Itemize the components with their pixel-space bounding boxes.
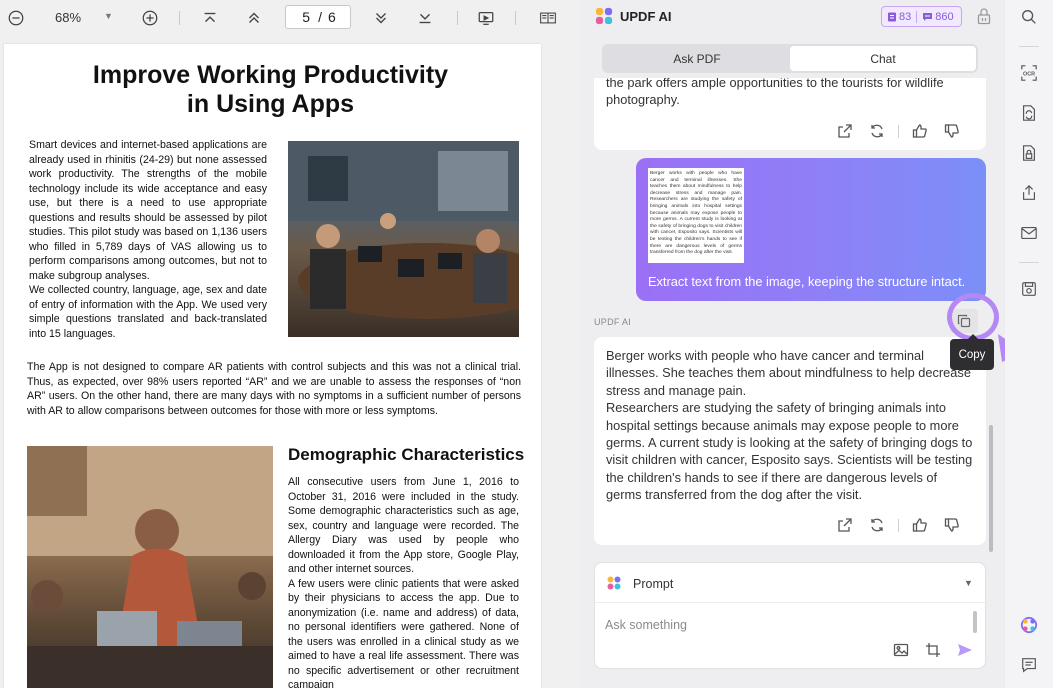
toolbar-divider <box>515 11 516 25</box>
previous-ai-message: the park offers ample opportunities to t… <box>594 78 986 150</box>
regenerate-icon[interactable] <box>868 516 886 534</box>
document-credits: 83 <box>882 11 916 23</box>
title-line-2: in Using Apps <box>186 90 355 118</box>
zoom-level[interactable]: 68% <box>47 10 89 25</box>
message-text: the park offers ample opportunities to t… <box>606 78 944 108</box>
prompt-composer: Prompt ▼ <box>594 562 986 669</box>
chat-bubble-icon <box>923 12 933 21</box>
paragraph-text: Smart devices and internet-based applica… <box>29 139 267 282</box>
regenerate-icon[interactable] <box>868 122 886 140</box>
ai-mode-tabs: Ask PDF Chat <box>602 44 978 73</box>
page-number-field[interactable]: / 6 <box>285 5 351 29</box>
section-heading: Demographic Characteristics <box>288 445 525 464</box>
ai-title: UPDF AI <box>620 9 672 24</box>
copy-tooltip: Copy <box>950 334 994 370</box>
zoom-in-icon[interactable] <box>140 8 160 28</box>
ai-assistant-panel: UPDF AI 83 860 Ask PDF Chat the park off… <box>580 0 1005 688</box>
app-window: 68% ▼ / 6 <box>0 0 1053 688</box>
updf-ai-icon[interactable] <box>1019 615 1039 635</box>
paragraph-app-design: The App is not designed to compare AR pa… <box>27 361 521 417</box>
tab-ask-pdf[interactable]: Ask PDF <box>604 46 790 71</box>
answer-text: Berger works with people who have cancer… <box>606 347 976 504</box>
paragraph-intro: Smart devices and internet-based applica… <box>29 138 267 341</box>
right-tool-rail: OCR <box>1005 0 1053 688</box>
credits-badge[interactable]: 83 860 <box>881 6 962 27</box>
zoom-dropdown-icon[interactable]: ▼ <box>104 11 113 21</box>
thumbs-down-icon[interactable] <box>943 516 961 534</box>
export-icon[interactable] <box>836 122 854 140</box>
user-message-text: Extract text from the image, keeping the… <box>648 274 966 289</box>
paragraph-text: A few users were clinic patients that we… <box>288 577 519 688</box>
convert-icon[interactable] <box>1019 103 1039 123</box>
search-icon[interactable] <box>1019 7 1039 27</box>
last-page-icon[interactable] <box>415 8 435 28</box>
thumbs-up-icon[interactable] <box>911 122 929 140</box>
message-actions <box>836 122 961 140</box>
current-page-input[interactable] <box>300 9 313 25</box>
updf-ai-logo-icon <box>595 7 613 25</box>
prompt-icon <box>607 576 621 590</box>
protect-icon[interactable] <box>1019 143 1039 163</box>
coworking-photo <box>27 446 273 688</box>
page-separator: / <box>318 9 323 25</box>
tab-chat[interactable]: Chat <box>790 46 976 71</box>
document-title: Improve Working Productivity in Using Ap… <box>4 61 537 119</box>
comment-icon[interactable] <box>1019 655 1039 675</box>
paragraph-text: We collected country, language, age, sex… <box>29 284 267 340</box>
presentation-icon[interactable] <box>476 8 496 28</box>
total-pages: 6 <box>328 9 336 25</box>
input-scrollbar[interactable] <box>973 611 977 633</box>
answer-paragraph: Berger works with people who have cancer… <box>606 348 971 398</box>
email-icon[interactable] <box>1019 223 1039 243</box>
answer-paragraph: Researchers are studying the safety of b… <box>606 400 973 503</box>
first-page-icon[interactable] <box>200 8 220 28</box>
image-upload-icon[interactable] <box>892 641 910 659</box>
message-actions <box>836 516 961 534</box>
ai-answer-message: Berger works with people who have cancer… <box>594 337 986 545</box>
svg-text:OCR: OCR <box>1023 71 1035 77</box>
document-icon <box>888 12 896 21</box>
thumbnail-text: Berger works with people who have cancer… <box>650 171 742 256</box>
meeting-room-photo <box>288 141 519 337</box>
share-icon[interactable] <box>1019 183 1039 203</box>
previous-page-icon[interactable] <box>244 8 264 28</box>
actions-divider <box>898 124 899 138</box>
prompt-selector[interactable]: Prompt ▼ <box>595 563 985 603</box>
chat-conversation: the park offers ample opportunities to t… <box>594 78 987 550</box>
thumbs-down-icon[interactable] <box>943 122 961 140</box>
crop-screenshot-icon[interactable] <box>924 641 942 659</box>
actions-divider <box>898 518 899 532</box>
thumbs-up-icon[interactable] <box>911 516 929 534</box>
toolbar-divider <box>457 11 458 25</box>
prompt-label: Prompt <box>633 577 674 591</box>
zoom-out-icon[interactable] <box>6 8 26 28</box>
paragraph-text: All consecutive users from June 1, 2016 … <box>288 476 519 575</box>
rail-divider <box>1019 262 1039 263</box>
sender-label: UPDF AI <box>594 317 632 327</box>
attached-image-thumbnail[interactable]: Berger works with people who have cancer… <box>648 168 744 263</box>
reading-mode-icon[interactable] <box>537 8 559 28</box>
paragraph-demographics: All consecutive users from June 1, 2016 … <box>288 475 519 688</box>
composer-actions <box>892 641 974 659</box>
ai-header: UPDF AI 83 860 <box>580 0 1005 34</box>
ocr-icon[interactable]: OCR <box>1019 63 1039 83</box>
chat-credits: 860 <box>917 11 958 23</box>
lock-icon[interactable] <box>977 7 991 25</box>
pdf-page: Improve Working Productivity in Using Ap… <box>4 44 541 688</box>
user-message-bubble: Berger works with people who have cancer… <box>636 158 986 301</box>
toolbar-divider <box>179 11 180 25</box>
ask-input[interactable] <box>605 615 965 635</box>
send-icon[interactable] <box>956 641 974 659</box>
rail-divider <box>1019 46 1039 47</box>
title-line-1: Improve Working Productivity <box>92 61 449 89</box>
save-icon[interactable] <box>1019 279 1039 299</box>
chat-credit-count: 860 <box>935 10 954 23</box>
chevron-down-icon[interactable]: ▼ <box>964 578 973 588</box>
export-icon[interactable] <box>836 516 854 534</box>
document-credit-count: 83 <box>899 10 912 23</box>
pdf-viewer: 68% ▼ / 6 <box>0 0 580 688</box>
next-page-icon[interactable] <box>371 8 391 28</box>
pdf-toolbar: 68% ▼ / 6 <box>0 0 580 36</box>
